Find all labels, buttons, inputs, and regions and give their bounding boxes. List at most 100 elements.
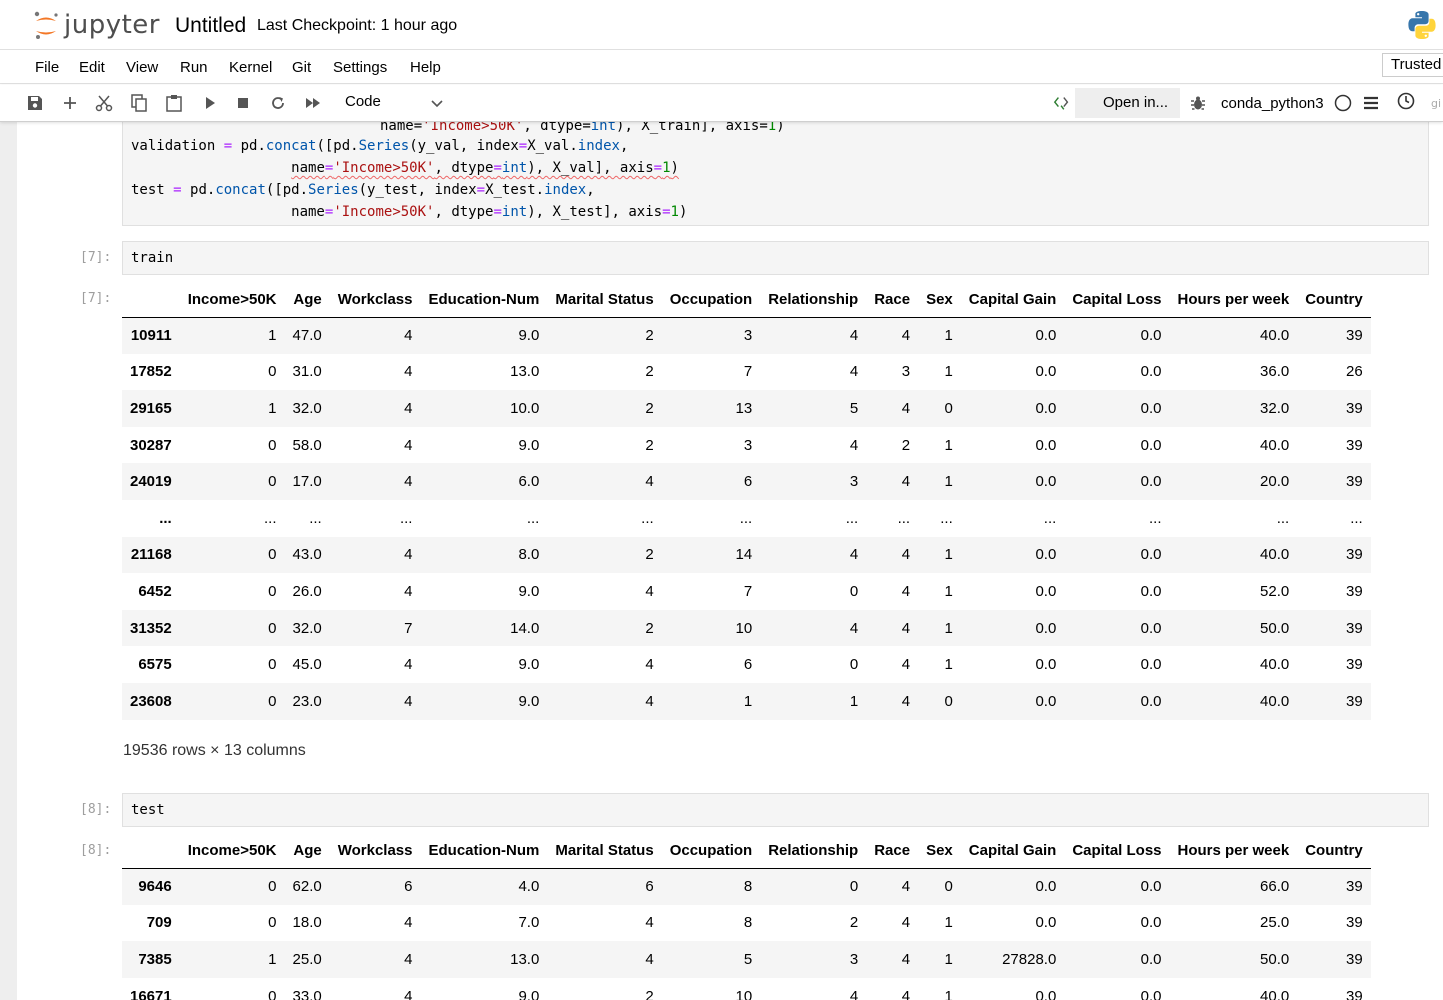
table-cell: ... — [309, 509, 322, 527]
notebook-title[interactable]: Untitled — [175, 14, 246, 38]
table-cell: 10 — [735, 619, 753, 637]
table-cell: 40.0 — [1260, 692, 1290, 710]
row-index-cell: 23608 — [130, 692, 172, 710]
table-cell: 4 — [901, 546, 911, 564]
table-cell: 4 — [404, 950, 413, 968]
git-icon[interactable]: gi — [1430, 94, 1443, 112]
table-cell: 3 — [901, 363, 911, 381]
code-cell-8-input[interactable]: test — [122, 793, 1429, 827]
menu-kernel[interactable]: Kernel — [229, 59, 272, 76]
table-cell: 33.0 — [292, 987, 322, 1000]
cell-7-source: train — [131, 250, 174, 266]
trusted-indicator[interactable]: Trusted — [1382, 53, 1443, 77]
table-cell: 1 — [268, 399, 277, 417]
table-cell: 2 — [901, 436, 911, 454]
menu-view[interactable]: View — [126, 59, 158, 76]
column-header: Relationship — [760, 834, 867, 869]
column-header: Race — [866, 834, 919, 869]
table-cell: 39 — [1346, 399, 1363, 417]
table-cell: 0.0 — [1035, 546, 1057, 564]
run-icon[interactable] — [201, 94, 219, 112]
table-row: 21168 0 43.0 4 8.0 2 14 4 4 1 0.0 0.0 40.0 39 — [122, 536, 1371, 574]
code-line-test: test = pd.concat([pd.Series(y_test, inde… — [131, 182, 595, 198]
debugger-bug-icon[interactable] — [1189, 94, 1207, 112]
table-cell: 39 — [1346, 692, 1363, 710]
clock-icon[interactable] — [1397, 92, 1415, 110]
table-cell: 9.0 — [518, 327, 540, 345]
menu-settings[interactable]: Settings — [333, 59, 387, 76]
table-cell: 4 — [901, 619, 911, 637]
table-cell: 4 — [404, 327, 413, 345]
table-cell: 39 — [1346, 582, 1363, 600]
table-cell: 2 — [645, 546, 654, 564]
add-cell-icon[interactable] — [61, 94, 79, 112]
table-cell: ... — [845, 509, 859, 527]
table-cell: 50.0 — [1260, 619, 1290, 637]
menu-help[interactable]: Help — [410, 59, 441, 76]
table-cell: 4 — [901, 987, 911, 1000]
paste-icon[interactable] — [165, 94, 183, 112]
table-cell: 0.0 — [1035, 363, 1057, 381]
table-cell: 39 — [1346, 987, 1363, 1000]
fast-forward-icon[interactable] — [304, 94, 322, 112]
open-in-button[interactable]: Open in... — [1075, 88, 1180, 118]
table-cell: 4 — [849, 546, 859, 564]
table-cell: 6 — [743, 656, 753, 674]
column-header: Marital Status — [547, 834, 662, 869]
table-cell: 45.0 — [292, 656, 322, 674]
table-cell: 40.0 — [1260, 436, 1290, 454]
table-cell: 4 — [849, 987, 859, 1000]
table-cell: 0.0 — [1035, 582, 1057, 600]
table-cell: 26 — [1346, 363, 1363, 381]
code-cell-7-input[interactable]: train — [122, 241, 1429, 275]
copy-icon[interactable] — [130, 94, 148, 112]
table-cell: 0.0 — [1140, 987, 1162, 1000]
table-cell: 8.0 — [518, 546, 540, 564]
menu-edit[interactable]: Edit — [79, 59, 105, 76]
table-cell: 4 — [901, 692, 911, 710]
stop-icon[interactable] — [234, 94, 252, 112]
table-cell: 4 — [645, 692, 654, 710]
cell-8-source: test — [131, 802, 165, 818]
table-cell: 4 — [404, 546, 413, 564]
code-cell-6-input[interactable]: name='Income>50K', dtype=int), X_train],… — [122, 122, 1429, 226]
table-cell: 0.0 — [1140, 363, 1162, 381]
table-cell: 0.0 — [1140, 692, 1162, 710]
column-header: Country — [1297, 283, 1371, 318]
table-cell: 0 — [268, 878, 277, 896]
table-cell: 3 — [743, 436, 753, 454]
kernel-name[interactable]: conda_python3 — [1221, 95, 1324, 112]
table-cell: 9.0 — [518, 582, 540, 600]
table-cell: 0.0 — [1035, 692, 1057, 710]
table-cell: 40.0 — [1260, 327, 1290, 345]
code-view-icon[interactable] — [1053, 94, 1071, 112]
row-index-cell: 9646 — [138, 878, 172, 896]
menu-git[interactable]: Git — [292, 59, 311, 76]
table-header-row: Income>50K Age Workclass Education-Num Marit… — [122, 283, 1371, 318]
table-cell: 4 — [901, 327, 911, 345]
menu-run[interactable]: Run — [180, 59, 208, 76]
restart-icon[interactable] — [269, 94, 287, 112]
table-cell: 2 — [645, 436, 654, 454]
table-cell: 17.0 — [292, 473, 322, 491]
chevron-down-icon[interactable] — [430, 96, 444, 114]
table-row: 24019 0 17.0 4 6.0 4 6 3 4 1 0.0 0.0 20.0 39 — [122, 463, 1371, 500]
table-cell: 20.0 — [1260, 473, 1290, 491]
table-cell: 4 — [901, 656, 911, 674]
table-cell: 39 — [1346, 656, 1363, 674]
table-cell: 4 — [404, 363, 413, 381]
table-cell: 1 — [944, 436, 953, 454]
jupyter-logo[interactable]: jupyter — [32, 8, 160, 42]
table-cell: 4 — [404, 399, 413, 417]
menu-lines-icon[interactable] — [1362, 94, 1380, 112]
table-cell: 66.0 — [1260, 878, 1290, 896]
test-dataframe-table: Income>50K Age Workclass Education-Num Marit… — [122, 834, 1371, 1000]
table-cell: 0 — [268, 987, 277, 1000]
row-index-cell: 29165 — [130, 399, 172, 417]
cut-icon[interactable] — [95, 94, 113, 112]
save-icon[interactable] — [26, 94, 44, 112]
menu-file[interactable]: File — [35, 59, 59, 76]
cell-type-select[interactable]: Code — [345, 93, 381, 110]
python-logo-icon — [1408, 11, 1436, 39]
column-header: Age — [284, 834, 330, 869]
